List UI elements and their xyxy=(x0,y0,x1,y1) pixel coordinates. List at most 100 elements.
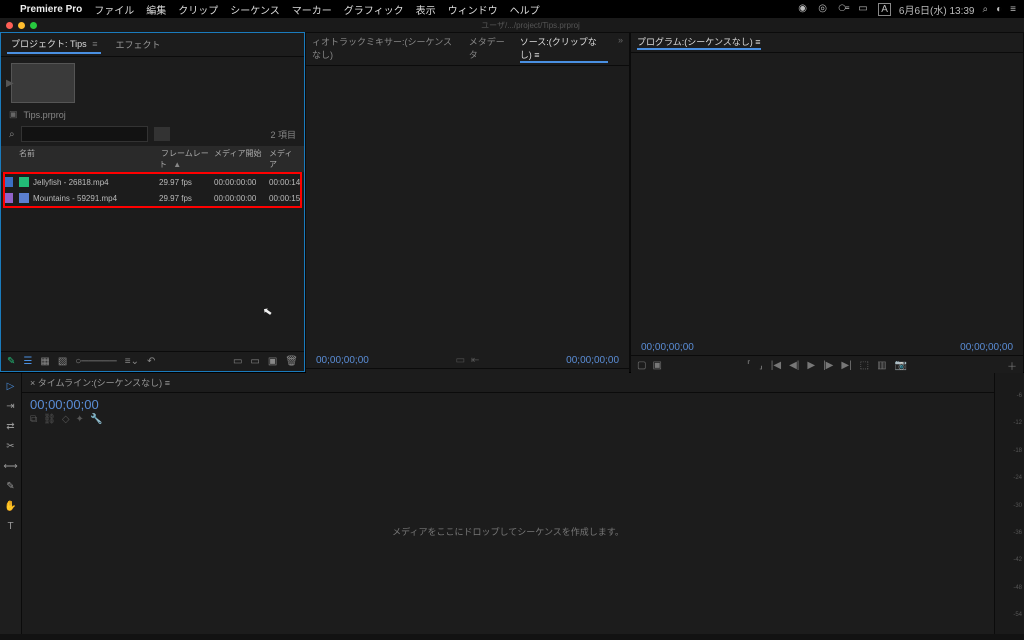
pencil-icon[interactable]: ✎ xyxy=(7,356,15,367)
project-search-input[interactable] xyxy=(21,126,148,142)
marker-icon[interactable]: ◇ xyxy=(62,414,70,425)
selected-clip-thumbnail[interactable]: ▶ xyxy=(11,63,75,103)
minimize-window-button[interactable] xyxy=(18,22,25,29)
search-icon[interactable]: ⌕ xyxy=(983,4,989,15)
ime-indicator[interactable]: A xyxy=(878,3,891,16)
pen-tool-icon[interactable]: ✎ xyxy=(4,479,18,493)
selection-tool-icon[interactable]: ▷ xyxy=(4,379,18,393)
hand-tool-icon[interactable]: ✋ xyxy=(4,499,18,513)
program-tc-in[interactable]: 00;00;00;00 xyxy=(641,342,694,353)
play-icon[interactable]: ▶ xyxy=(807,360,815,371)
automate-icon[interactable]: ↶ xyxy=(147,356,155,367)
source-tc-out[interactable]: 00;00;00;00 xyxy=(566,355,619,366)
panel-menu-icon[interactable]: ≡ xyxy=(165,378,170,388)
list-view-icon[interactable]: ☰ xyxy=(23,356,32,367)
clip-media-end: 00:00:15 xyxy=(269,194,303,203)
col-media-end[interactable]: メディア xyxy=(267,148,301,170)
audio-meter: -6-12-18-24-30-36-42-48-54 xyxy=(994,373,1024,634)
camera-icon[interactable]: 📷 xyxy=(895,360,907,371)
timeline-playhead-tc[interactable]: 00;00;00;00 xyxy=(30,397,986,412)
freeform-view-icon[interactable]: ▧ xyxy=(58,356,67,367)
col-framerate[interactable]: フレームレート ▲ xyxy=(157,148,212,170)
extract-icon[interactable]: ⸥ xyxy=(759,360,763,371)
go-to-in-icon[interactable]: |◀ xyxy=(771,360,781,371)
close-window-button[interactable] xyxy=(6,22,13,29)
tab-program[interactable]: プログラム:(シーケンスなし) ≡ xyxy=(637,35,761,50)
macos-menubar: Premiere Pro ファイル 編集 クリップ シーケンス マーカー グラフ… xyxy=(0,0,1024,18)
label-chip[interactable] xyxy=(5,177,13,187)
panel-menu-icon[interactable]: ≡ xyxy=(92,39,97,49)
tab-project[interactable]: プロジェクト: Tips ≡ xyxy=(7,35,101,54)
project-panel: プロジェクト: Tips ≡ エフェクト ▶ ▣ Tips.prproj ⌕ 2… xyxy=(0,32,305,372)
new-item-icon[interactable]: ▣ xyxy=(268,356,277,367)
col-name[interactable]: 名前 xyxy=(17,148,157,170)
mark-out-icon[interactable]: ▣ xyxy=(652,360,661,371)
menu-graphic[interactable]: グラフィック xyxy=(344,2,404,17)
program-tc-out[interactable]: 00;00;00;00 xyxy=(960,342,1013,353)
label-chip[interactable] xyxy=(5,193,13,203)
delete-icon[interactable]: 🗑 xyxy=(285,356,298,367)
timeline-drop-hint[interactable]: メディアをここにドロップしてシーケンスを作成します。 xyxy=(22,429,994,634)
fit-icon[interactable]: ▭ xyxy=(456,355,465,366)
track-select-tool-icon[interactable]: ⇥ xyxy=(4,399,18,413)
lift-icon[interactable]: ⸢ xyxy=(747,360,751,371)
spotlight-icon[interactable]: ◎ xyxy=(818,3,830,15)
source-tc-in[interactable]: 00;00;00;00 xyxy=(316,355,369,366)
panel-menu-icon[interactable]: ≡ xyxy=(755,37,760,47)
razor-tool-icon[interactable]: ✂ xyxy=(4,439,18,453)
menu-window[interactable]: ウィンドウ xyxy=(448,2,498,17)
menu-help[interactable]: ヘルプ xyxy=(510,2,540,17)
sort-menu-icon[interactable]: ≡⌄ xyxy=(125,356,139,367)
media-row[interactable]: Jellyfish - 26818.mp4 29.97 fps 00:00:00… xyxy=(5,174,300,190)
find-icon[interactable]: ▭ xyxy=(233,356,242,367)
source-panel: ィオトラックミキサー:(シーケンスなし) メタデータ ソース:(クリップなし) … xyxy=(305,32,630,372)
step-fwd-icon[interactable]: |▶ xyxy=(823,360,833,371)
wrench-icon[interactable]: 🔧 xyxy=(90,414,102,425)
siri-icon[interactable]: ◐ xyxy=(996,4,1002,15)
settings-icon[interactable]: ✦ xyxy=(76,414,84,425)
tab-timeline[interactable]: × タイムライン:(シーケンスなし) xyxy=(30,378,162,388)
record-icon[interactable]: ◉ xyxy=(798,3,810,15)
slip-tool-icon[interactable]: ⟷ xyxy=(4,459,18,473)
tab-source[interactable]: ソース:(クリップなし) ≡ xyxy=(520,35,608,63)
tab-project-label: プロジェクト: Tips xyxy=(11,39,87,49)
play-icon[interactable]: ▶ xyxy=(6,78,14,89)
overflow-icon[interactable]: » xyxy=(618,35,623,63)
battery-icon[interactable]: ▭ xyxy=(858,3,870,15)
maximize-window-button[interactable] xyxy=(30,22,37,29)
menu-marker[interactable]: マーカー xyxy=(292,2,332,17)
tab-effects[interactable]: エフェクト xyxy=(111,36,164,53)
mark-in-icon[interactable]: ▢ xyxy=(637,360,646,371)
menu-edit[interactable]: 編集 xyxy=(146,2,166,17)
type-tool-icon[interactable]: T xyxy=(4,519,18,533)
menu-sequence[interactable]: シーケンス xyxy=(230,2,280,17)
compare-icon[interactable]: ▥ xyxy=(877,360,886,371)
zoom-slider[interactable]: ○───── xyxy=(75,356,116,367)
media-row[interactable]: Mountains - 59291.mp4 29.97 fps 00:00:00… xyxy=(5,190,300,206)
app-name[interactable]: Premiere Pro xyxy=(20,4,82,15)
tab-metadata[interactable]: メタデータ xyxy=(469,35,510,63)
menubar-clock[interactable]: 6月6日(水) 13:39 xyxy=(899,2,975,17)
snap-icon[interactable]: ⧉ xyxy=(30,414,37,425)
step-back-icon[interactable]: ◀| xyxy=(789,360,799,371)
panel-menu-icon[interactable]: ≡ xyxy=(534,50,539,60)
icon-view-icon[interactable]: ▦ xyxy=(40,356,49,367)
half-icon[interactable]: ⇤ xyxy=(471,355,479,366)
menu-view[interactable]: 表示 xyxy=(416,2,436,17)
go-to-out-icon[interactable]: ▶| xyxy=(841,360,851,371)
menu-file[interactable]: ファイル xyxy=(94,2,134,17)
menu-clip[interactable]: クリップ xyxy=(178,2,218,17)
new-bin-icon[interactable]: ▭ xyxy=(250,356,259,367)
new-bin-button[interactable] xyxy=(154,127,170,141)
window-title-path: ユーザ/.../project/Tips.prproj xyxy=(481,20,580,31)
wifi-icon[interactable]: ⧃ xyxy=(838,3,850,15)
bin-icon: ▣ xyxy=(9,109,18,120)
linked-selection-icon[interactable]: ⛓ xyxy=(43,414,56,425)
ripple-tool-icon[interactable]: ⇄ xyxy=(4,419,18,433)
notification-icon[interactable]: ≡ xyxy=(1010,4,1016,15)
export-frame-icon[interactable]: ⬚ xyxy=(860,360,869,371)
add-button-icon[interactable]: ＋ xyxy=(1007,358,1017,373)
project-media-list: Jellyfish - 26818.mp4 29.97 fps 00:00:00… xyxy=(3,172,302,208)
tab-audio-mixer[interactable]: ィオトラックミキサー:(シーケンスなし) xyxy=(312,35,459,63)
col-media-start[interactable]: メディア開始 xyxy=(212,148,267,170)
